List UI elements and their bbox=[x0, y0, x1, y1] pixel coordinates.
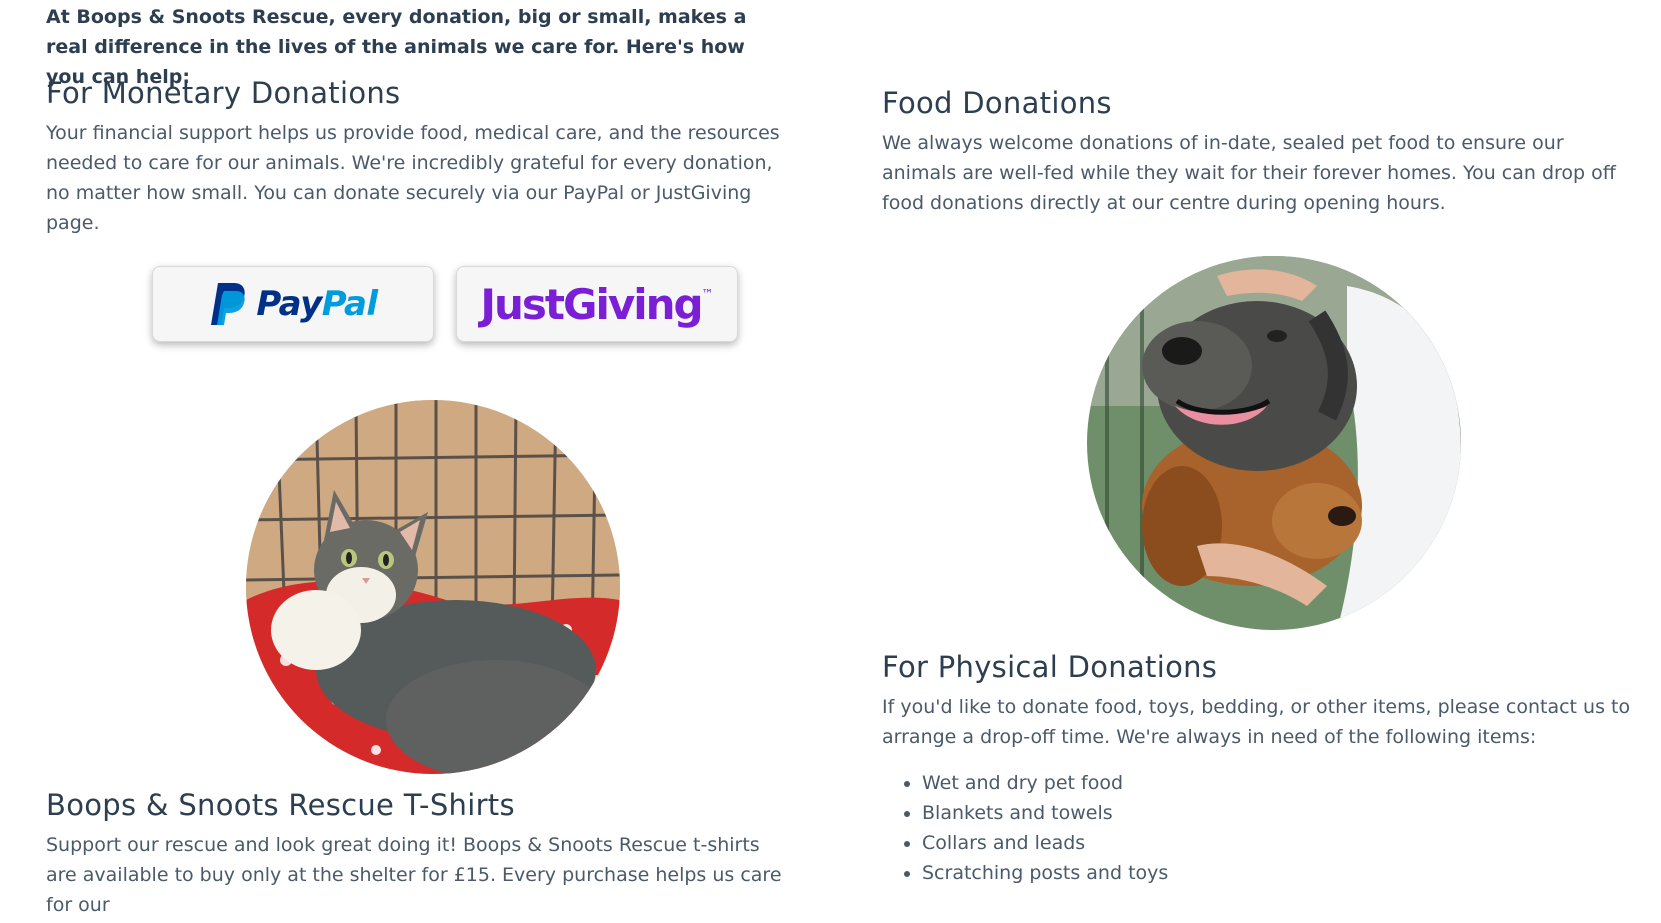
list-item: Wet and dry pet food bbox=[922, 768, 1642, 798]
list-item: Collars and leads bbox=[922, 828, 1642, 858]
physical-body: If you'd like to donate food, toys, bedd… bbox=[882, 696, 1631, 748]
paypal-button[interactable]: PayPal bbox=[152, 266, 434, 342]
dogs-illustration bbox=[1087, 256, 1461, 630]
dogs-photo bbox=[1087, 256, 1461, 630]
physical-items-list: Wet and dry pet food Blankets and towels… bbox=[882, 768, 1642, 888]
list-item: Blankets and towels bbox=[922, 798, 1642, 828]
physical-heading: For Physical Donations bbox=[882, 650, 1218, 684]
monetary-body: Your financial support helps us provide … bbox=[46, 122, 780, 234]
kitten-photo bbox=[246, 400, 620, 774]
monetary-heading: For Monetary Donations bbox=[46, 76, 401, 110]
paypal-wordmark: PayPal bbox=[256, 284, 378, 324]
tshirts-body: Support our rescue and look great doing … bbox=[46, 834, 782, 916]
paypal-icon bbox=[211, 283, 246, 325]
paypal-pal-text: Pal bbox=[321, 284, 378, 324]
list-item: Scratching posts and toys bbox=[922, 858, 1642, 888]
justgiving-wordmark: JustGiving bbox=[480, 279, 703, 329]
justgiving-button[interactable]: JustGiving ™ bbox=[456, 266, 738, 342]
paypal-pay-text: Pay bbox=[256, 284, 322, 324]
justgiving-tm: ™ bbox=[701, 287, 714, 301]
tshirts-heading: Boops & Snoots Rescue T-Shirts bbox=[46, 788, 515, 822]
kitten-illustration bbox=[246, 400, 620, 774]
food-heading: Food Donations bbox=[882, 86, 1112, 120]
food-body: We always welcome donations of in-date, … bbox=[882, 132, 1616, 214]
